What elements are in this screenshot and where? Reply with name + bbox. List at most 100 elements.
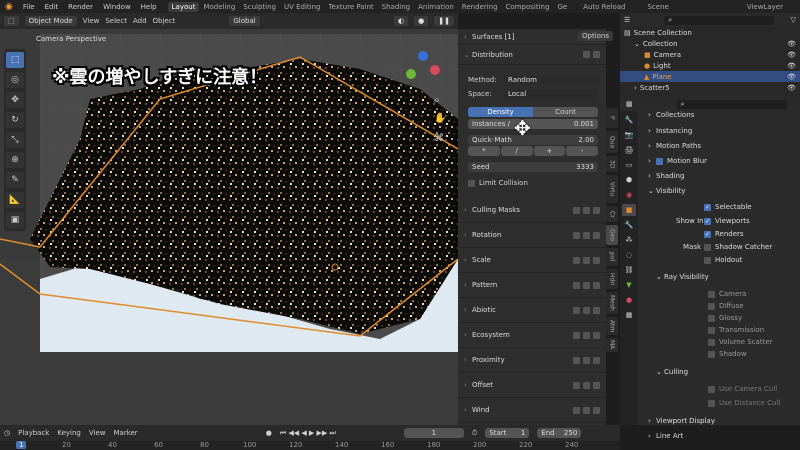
tab-count[interactable]: Count [533, 107, 598, 117]
viewports-row[interactable]: ✓ Viewports [704, 215, 750, 227]
stopwatch-icon[interactable]: ⏱ [472, 429, 477, 438]
outliner-row-scatter5[interactable]: › Scatter5 👁 [620, 82, 800, 93]
start-frame-field[interactable]: Start 1 [485, 428, 530, 438]
prop-section-motion-paths[interactable]: › Motion Paths [648, 140, 701, 152]
menu-timeline-view[interactable]: View [89, 429, 106, 437]
prop-section-motion-blur[interactable]: › Motion Blur [648, 155, 707, 167]
section-ecosystem[interactable]: › Ecosystem [458, 323, 606, 348]
menu-help[interactable]: Help [136, 3, 162, 11]
measure-icon[interactable]: 📐 [6, 192, 24, 208]
viewport-3d[interactable]: Camera Perspective ※雲の増やしすぎに注意！ ⬚ ◎ ✥ ↻ … [0, 29, 458, 425]
annotate-icon[interactable]: ✎ [6, 172, 24, 188]
playhead-frame[interactable]: 1 [16, 441, 27, 449]
camera-view-icon[interactable]: ⌘ [434, 133, 444, 144]
method-dropdown[interactable]: Random [504, 75, 598, 85]
ray-volume-scatter-checkbox[interactable] [708, 338, 715, 346]
workspace-tab-rendering[interactable]: Rendering [458, 2, 502, 12]
physics-tab-icon[interactable]: ◌ [622, 249, 636, 261]
gizmo-y-icon[interactable] [406, 69, 416, 79]
seed-field[interactable]: Seed 3333 [468, 162, 598, 172]
section-culling-masks[interactable]: › Culling Masks [458, 198, 606, 223]
blender-logo-icon[interactable]: ◉ [0, 2, 18, 12]
use-camera-cull-row[interactable]: Use Camera Cull [708, 383, 777, 395]
ray-camera-checkbox[interactable] [708, 290, 715, 298]
sidebar-tab-pol[interactable]: pol [606, 248, 618, 266]
op-add-button[interactable]: + [533, 146, 566, 156]
prop-section-collections[interactable]: › Collections [648, 109, 694, 121]
material-tab-icon[interactable]: ● [622, 294, 636, 306]
shadow-catcher-checkbox[interactable] [704, 243, 711, 251]
quickmath-field[interactable]: Quick-Math 2.00 [468, 135, 598, 145]
workspace-tab-modeling[interactable]: Modeling [199, 2, 239, 12]
pause-render-icon[interactable]: ❚❚ [434, 16, 454, 26]
workspace-tab-texture-paint[interactable]: Texture Paint [325, 2, 378, 12]
menu-playback[interactable]: Playback [18, 429, 49, 437]
sidebar-tab-virtu[interactable]: Virtu [606, 175, 618, 203]
renders-checkbox[interactable]: ✓ [704, 230, 711, 238]
gizmo-x-icon[interactable] [430, 65, 440, 75]
holdout-checkbox[interactable] [704, 256, 711, 264]
workspace-tab-uv-editing[interactable]: UV Editing [280, 2, 325, 12]
sidebar-tab-cr[interactable]: Cr [606, 206, 618, 222]
sidebar-tab-p[interactable]: P [606, 108, 618, 128]
timeline-editor-icon[interactable]: ◷ [4, 429, 10, 437]
menu-object[interactable]: Object [153, 17, 176, 25]
instances-density-field[interactable]: Instances / 0.001 [468, 119, 598, 129]
use-distance-cull-checkbox[interactable] [708, 399, 715, 407]
render-tab-icon[interactable]: 📷 [622, 129, 636, 141]
eye-icon[interactable]: 👁 [787, 51, 796, 59]
menu-keying[interactable]: Keying [57, 429, 81, 437]
ray-glossy-checkbox[interactable] [708, 314, 715, 322]
ray-glossy-row[interactable]: Glossy [708, 312, 742, 324]
ray-diffuse-row[interactable]: Diffuse [708, 300, 744, 312]
holdout-row[interactable]: Holdout [704, 254, 742, 266]
outliner-row-scene-collection[interactable]: ▤ Scene Collection [620, 27, 800, 38]
scene-tab-icon[interactable]: ⬢ [622, 174, 636, 186]
section-rotation[interactable]: › Rotation [458, 223, 606, 248]
scale-icon[interactable]: ⤡ [6, 132, 24, 148]
eye-icon[interactable]: 👁 [787, 73, 796, 81]
outliner-search-input[interactable]: ⌕ [664, 15, 775, 25]
section-distribution[interactable]: ⌄ Distribution [458, 45, 606, 65]
renders-row[interactable]: ✓ Renders [704, 228, 744, 240]
world-tab-icon[interactable]: ◉ [622, 189, 636, 201]
motion-blur-checkbox[interactable] [656, 157, 663, 165]
end-frame-field[interactable]: End 250 [537, 428, 582, 438]
chevron-right-icon[interactable]: › [634, 84, 637, 92]
editor-type-icon[interactable]: ⬚ [4, 16, 19, 26]
menu-marker[interactable]: Marker [113, 429, 137, 437]
sidebar-tab-mesh[interactable]: Mesh [606, 292, 618, 314]
section-wind[interactable]: › Wind [458, 398, 606, 423]
menu-edit[interactable]: Edit [40, 3, 64, 11]
sidebar-tab-hdri[interactable]: Hdri [606, 269, 618, 289]
mode-selector[interactable]: Object Mode [24, 16, 77, 26]
view-layer-tab-icon[interactable]: ▭ [622, 159, 636, 171]
viewlayer-selector[interactable]: ViewLayer [743, 2, 787, 12]
texture-tab-icon[interactable]: ▦ [622, 309, 636, 321]
zoom-icon[interactable]: ⌕ [434, 95, 440, 106]
ray-shadow-row[interactable]: Shadow [708, 348, 747, 360]
timeline-ruler[interactable]: 1 20 40 60 80 100 120 140 160 180 200 22… [0, 441, 620, 450]
shading-solid-icon[interactable]: ● [414, 16, 429, 26]
limit-collision-checkbox[interactable] [468, 179, 475, 187]
space-dropdown[interactable]: Local [504, 89, 598, 99]
prop-section-visibility[interactable]: ⌄ Visibility [648, 185, 685, 197]
sidebar-tab-3d[interactable]: 3D [606, 156, 618, 172]
tool-tab-icon[interactable]: 🔧 [622, 114, 636, 126]
object-tab-icon[interactable]: ■ [622, 204, 636, 216]
workspace-tab-animation[interactable]: Animation [414, 2, 458, 12]
use-camera-cull-checkbox[interactable] [708, 385, 715, 393]
scene-selector[interactable]: Scene [643, 2, 672, 12]
section-abiotic[interactable]: › Abiotic [458, 298, 606, 323]
sidebar-tab-atm[interactable]: Atm [606, 317, 618, 335]
prop-section-line-art[interactable]: › Line Art [648, 430, 683, 442]
outliner-display-icon[interactable]: ☰ [624, 16, 630, 24]
culling-section[interactable]: ⌄ Culling [656, 366, 688, 378]
prop-section-shading[interactable]: › Shading [648, 170, 684, 182]
select-box-icon[interactable]: ⬚ [6, 52, 24, 68]
properties-search-input[interactable]: ⌕ [676, 99, 787, 109]
rotate-icon[interactable]: ↻ [6, 112, 24, 128]
ray-diffuse-checkbox[interactable] [708, 302, 715, 310]
op-divide-button[interactable]: / [500, 146, 533, 156]
use-distance-cull-row[interactable]: Use Distance Cull [708, 397, 780, 409]
